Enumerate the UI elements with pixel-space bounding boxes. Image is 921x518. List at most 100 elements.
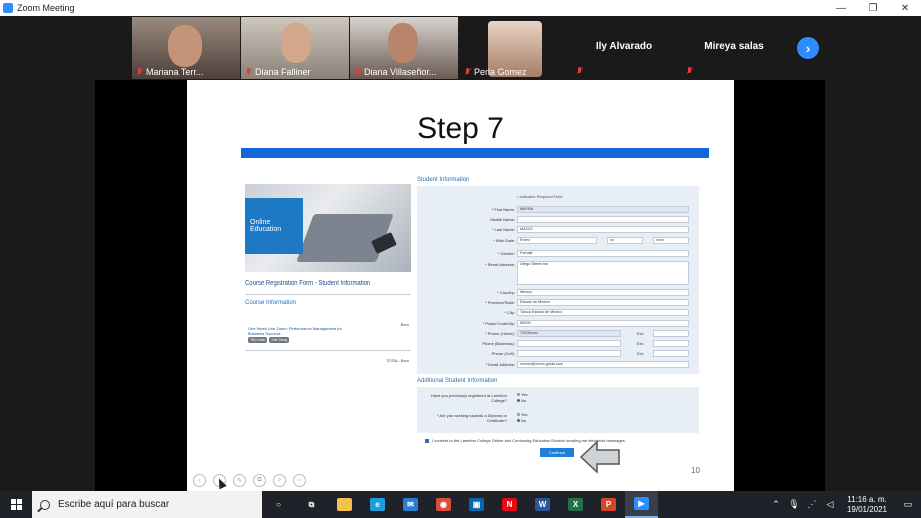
gender-select[interactable]: Female [517,250,689,257]
gallery-next-button[interactable]: › [797,37,819,59]
radio-label: Yes [521,392,528,397]
birth-year-select[interactable]: xxxx [653,237,689,244]
pinned-apps: ○ ⧉ e ✉ ◉ ▣ N W X P ▶ [262,491,658,518]
slide-controls: ‹ › ✎ ⧉ ⌕ ⋯ [193,474,306,487]
zoom-icon: ▶ [634,497,649,510]
birth-month-select[interactable]: Enero [517,237,597,244]
last-name-label: * Last Name: [491,227,515,232]
continue-button[interactable]: Continue [540,448,574,457]
country-select[interactable]: Mexico [517,289,689,296]
slide-number: 10 [691,466,700,475]
zoom-icon[interactable]: ⌕ [273,474,286,487]
muted-mic-icon [136,68,143,76]
phone-business-field[interactable] [517,340,621,347]
phone-home-label: * Phone (Home): [485,331,515,336]
taskbar-powerpoint-button[interactable]: P [592,491,625,518]
search-placeholder: Escribe aquí para buscar [58,499,170,510]
taskbar-task-view-button[interactable]: ⧉ [295,491,328,518]
taskbar-file-explorer-button[interactable] [328,491,361,518]
title-underline-bar [241,148,709,158]
student-information-form: • Indicates Required Field * First Name:… [417,186,699,374]
taskbar-chrome-button[interactable]: ◉ [427,491,460,518]
online-education-badge: Online Education [245,198,303,254]
taskbar-search-box[interactable]: Escribe aquí para buscar [32,491,262,518]
windows-taskbar: Escribe aquí para buscar ○ ⧉ e ✉ ◉ ▣ N W X P ▶ ⌃ 🎙… [0,491,921,518]
participant-name: Diana Villaseñor... [364,67,437,77]
left-arrow-icon [579,440,620,474]
course-price: $xxx [400,322,409,327]
participant-tile[interactable]: Mireya salas [680,17,788,79]
phone-business-ext-field[interactable] [653,340,689,347]
province-select[interactable]: Estado de Mexico [517,299,689,306]
participant-tile-active[interactable]: Diana Villaseñor... [350,17,458,79]
email-field[interactable]: xxxxxx@xxxxx.gmail.com [517,361,689,368]
diploma-no[interactable]: No [517,418,526,423]
city-field[interactable]: Toluca Estado de México [517,309,689,316]
previously-registered-yes[interactable]: Yes [517,392,528,397]
taskbar-mail-button[interactable]: ✉ [394,491,427,518]
taskbar-word-button[interactable]: W [526,491,559,518]
ext-label: Ext: [637,351,644,356]
task-view-icon: ⧉ [308,499,315,509]
course-information-heading: Course Information [245,300,297,306]
participant-gallery: Mariana Terr... Diana Falliner Diana Vil… [0,16,921,80]
previously-registered-no[interactable]: No [517,398,526,403]
taskbar-clock[interactable]: 11:16 a. m. 19/01/2021 [839,495,895,515]
middle-name-field[interactable] [517,216,689,223]
taskbar-excel-button[interactable]: X [559,491,592,518]
more-icon[interactable]: ⋯ [293,474,306,487]
phone-home-ext-field[interactable] [653,330,689,337]
last-name-field[interactable]: MACIO [517,226,689,233]
taskbar-netflix-button[interactable]: N [493,491,526,518]
radio-selected-icon [517,419,520,423]
postal-code-field[interactable]: 50000 [517,320,689,327]
registration-form-title: Course Registration Form - Student Infor… [245,280,371,287]
phone-home-field[interactable]: 72200xxxx [517,330,621,337]
slide-title: Step 7 [417,112,504,145]
birth-day-select[interactable]: xx [607,237,643,244]
middle-name-label: Middle Name: [490,217,515,222]
city-label: * City: [504,310,515,315]
first-name-field[interactable]: MAYRA [517,206,689,213]
excel-icon: X [568,498,583,511]
course-total: TOTAL: $xxx [386,358,409,363]
phone-cell-field[interactable] [517,350,621,357]
street-address-textarea[interactable]: Otego Street xxx [517,261,689,285]
volume-icon[interactable]: ◁ [821,499,839,510]
pen-icon[interactable]: ✎ [233,474,246,487]
course-summary-panel: Online Education Course Registration For… [245,184,411,370]
participant-tile[interactable]: Diana Falliner [241,17,349,79]
diploma-yes[interactable]: Yes [517,412,528,417]
course-name-link[interactable]: One Week Live Zoom: Performance Manageme… [248,326,348,336]
participant-tile[interactable]: Ily Alvarado [570,17,678,79]
taskbar-zoom-button[interactable]: ▶ [625,491,658,518]
radio-label: Yes [521,412,528,417]
phone-cell-ext-field[interactable] [653,350,689,357]
taskbar-cortana-button[interactable]: ○ [262,491,295,518]
word-icon: W [535,498,550,511]
network-icon[interactable]: ⋰ [803,499,821,510]
notifications-icon[interactable]: ▭ [895,499,921,510]
edge-icon: e [370,498,385,511]
mail-icon: ✉ [403,498,418,511]
participant-tile[interactable]: Perla Gomez [460,17,568,79]
slides-icon[interactable]: ⧉ [253,474,266,487]
participant-tile[interactable]: Mariana Terr... [132,17,240,79]
postal-code-label: * Postal Code/Zip: [482,321,515,326]
taskbar-edge-button[interactable]: e [361,491,394,518]
radio-icon [517,413,520,417]
close-button[interactable]: ✕ [889,0,921,16]
minimize-button[interactable]: — [825,0,857,16]
microphone-icon[interactable]: 🎙 [785,499,803,510]
taskbar-outlook-store-button[interactable]: ▣ [460,491,493,518]
chrome-icon: ◉ [436,498,451,511]
previous-slide-icon[interactable]: ‹ [193,474,206,487]
clock-date: 19/01/2021 [846,504,888,514]
radio-label: No [521,418,527,423]
restore-button[interactable]: ❐ [857,0,889,16]
participant-name: Mariana Terr... [146,67,204,77]
start-button[interactable] [0,491,32,518]
powerpoint-icon: P [601,498,616,511]
previously-registered-question: Have you previously registered at Lambto… [430,393,507,403]
chevron-up-icon[interactable]: ⌃ [767,499,785,510]
